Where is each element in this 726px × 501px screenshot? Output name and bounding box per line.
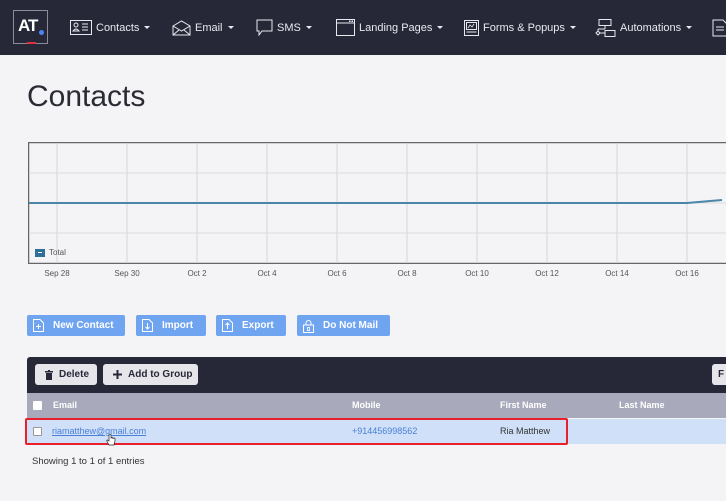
chevron-down-icon xyxy=(686,26,693,29)
legend-swatch-icon xyxy=(35,248,45,257)
export-button[interactable]: Export xyxy=(216,315,286,336)
import-button[interactable]: Import xyxy=(136,315,206,336)
nav-forms-popups-label: Forms & Popups xyxy=(483,21,565,34)
import-label: Import xyxy=(162,320,194,331)
nav-sms-label: SMS xyxy=(277,21,301,34)
chevron-down-icon xyxy=(437,26,444,29)
nav-automations[interactable]: Automations xyxy=(594,0,693,55)
x-tick-label: Oct 4 xyxy=(257,269,277,278)
nav-more[interactable] xyxy=(712,0,726,55)
document-list-icon xyxy=(712,19,726,36)
nav-contacts[interactable]: Contacts xyxy=(70,0,151,55)
select-all-checkbox[interactable] xyxy=(33,401,42,410)
nav-automations-label: Automations xyxy=(620,21,682,34)
browser-window-icon xyxy=(336,19,355,36)
legend-label: Total xyxy=(49,248,66,257)
x-tick-label: Oct 10 xyxy=(465,269,489,278)
do-not-mail-button[interactable]: Do Not Mail xyxy=(297,315,390,336)
nav-forms-popups[interactable]: Forms & Popups xyxy=(464,0,576,55)
chevron-down-icon xyxy=(305,26,312,29)
contacts-card-icon xyxy=(70,20,92,35)
envelope-icon xyxy=(172,19,191,35)
nav-email[interactable]: Email xyxy=(172,0,234,55)
x-tick-label: Oct 2 xyxy=(187,269,207,278)
delete-label: Delete xyxy=(59,369,90,380)
column-header-email[interactable]: Email xyxy=(53,400,77,410)
app-logo[interactable]: AT xyxy=(13,10,48,44)
logo-underline xyxy=(27,42,36,44)
x-tick-label: Oct 6 xyxy=(327,269,347,278)
hand-cursor-icon xyxy=(106,434,116,446)
file-import-icon xyxy=(142,319,153,332)
nav-email-label: Email xyxy=(195,21,223,34)
flowchart-icon xyxy=(595,18,616,37)
chevron-down-icon xyxy=(144,26,151,29)
top-navbar: AT Contacts Email SMS Landing Pages Form… xyxy=(0,0,726,55)
column-header-last-name[interactable]: Last Name xyxy=(619,400,665,410)
plus-icon xyxy=(113,370,122,379)
chart-svg xyxy=(28,142,726,264)
column-header-first-name[interactable]: First Name xyxy=(500,400,547,410)
table-info: Showing 1 to 1 of 1 entries xyxy=(32,456,145,467)
column-header-mobile[interactable]: Mobile xyxy=(352,400,381,410)
new-contact-button[interactable]: New Contact xyxy=(27,315,125,336)
nav-sms[interactable]: SMS xyxy=(256,0,312,55)
lock-icon xyxy=(303,319,314,333)
delete-button[interactable]: Delete xyxy=(35,364,97,385)
do-not-mail-label: Do Not Mail xyxy=(323,320,378,331)
nav-landing-pages-label: Landing Pages xyxy=(359,21,433,34)
row-mobile: +914456998562 xyxy=(352,426,418,436)
new-contact-label: New Contact xyxy=(53,320,114,331)
chat-bubble-icon xyxy=(256,19,273,36)
form-icon xyxy=(464,19,479,36)
add-to-group-label: Add to Group xyxy=(128,369,193,380)
chart-legend[interactable]: Total xyxy=(35,248,66,257)
chevron-down-icon xyxy=(227,26,234,29)
nav-landing-pages[interactable]: Landing Pages xyxy=(336,0,444,55)
logo-text: AT xyxy=(18,16,38,35)
export-label: Export xyxy=(242,320,274,331)
x-tick-label: Oct 16 xyxy=(675,269,699,278)
contacts-chart xyxy=(28,142,726,264)
row-first-name: Ria Matthew xyxy=(500,426,551,436)
row-email-link[interactable]: riamatthew@gmail.com xyxy=(52,426,146,436)
page-title: Contacts xyxy=(27,80,146,113)
file-export-icon xyxy=(222,319,233,332)
logo-dot xyxy=(39,30,44,35)
nav-contacts-label: Contacts xyxy=(96,21,140,34)
filter-button[interactable]: F xyxy=(712,364,726,385)
x-tick-label: Sep 28 xyxy=(44,269,70,278)
add-to-group-button[interactable]: Add to Group xyxy=(103,364,198,385)
x-tick-label: Sep 30 xyxy=(114,269,140,278)
x-tick-label: Oct 8 xyxy=(397,269,417,278)
chevron-down-icon xyxy=(569,26,576,29)
x-tick-label: Oct 14 xyxy=(605,269,629,278)
x-tick-label: Oct 12 xyxy=(535,269,559,278)
row-checkbox[interactable] xyxy=(33,427,42,436)
file-plus-icon xyxy=(33,319,44,332)
trash-icon xyxy=(45,369,53,380)
